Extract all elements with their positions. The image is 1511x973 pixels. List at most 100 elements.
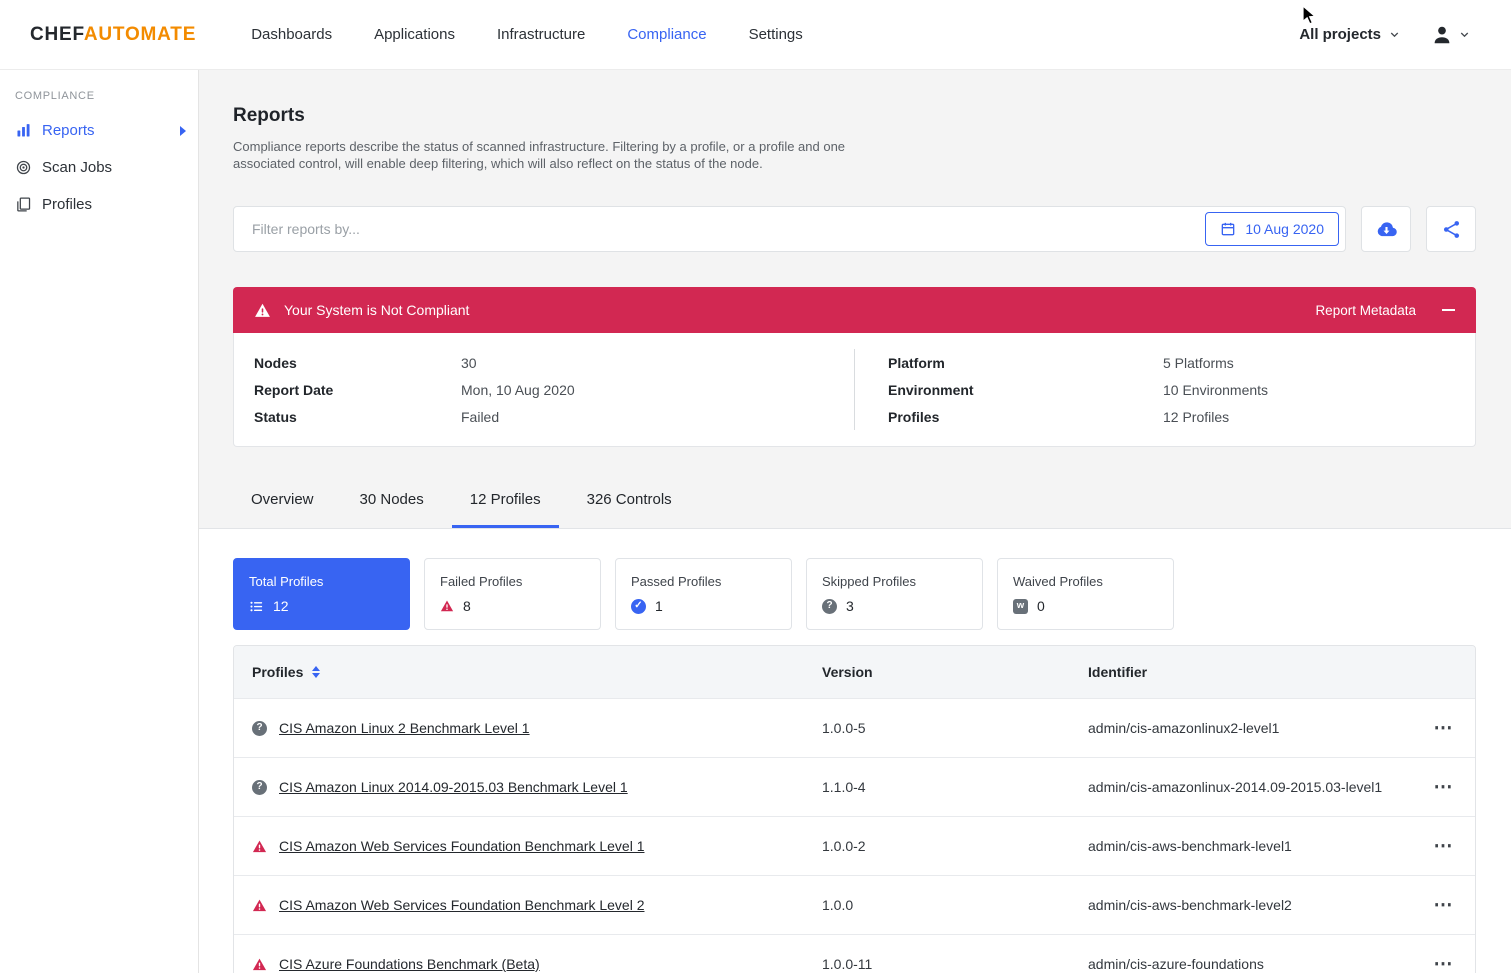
metadata-right-column: Platform 5 Platforms Environment 10 Envi…: [854, 349, 1475, 430]
filter-reports-input[interactable]: [250, 220, 1205, 238]
row-menu-button[interactable]: ⋯: [1411, 896, 1475, 915]
logo-automate: AUTOMATE: [84, 24, 196, 45]
metadata-label: Environment: [888, 382, 1163, 398]
nav-applications[interactable]: Applications: [374, 2, 455, 67]
projects-dropdown[interactable]: All projects: [1293, 25, 1407, 44]
sidebar-item-scan-jobs[interactable]: Scan Jobs: [0, 149, 198, 186]
nav-settings[interactable]: Settings: [749, 2, 803, 67]
metadata-label: Report Date: [254, 382, 461, 398]
download-report-button[interactable]: [1361, 206, 1411, 252]
profile-status-cards: Total Profiles 12 Failed Profiles 8 Pass…: [233, 558, 1476, 630]
card-count: 0: [1037, 598, 1045, 614]
profile-link[interactable]: CIS Amazon Web Services Foundation Bench…: [279, 897, 644, 913]
report-metadata-label[interactable]: Report Metadata: [1315, 303, 1416, 318]
tab-overview[interactable]: Overview: [233, 491, 332, 528]
card-total-profiles[interactable]: Total Profiles 12: [233, 558, 410, 630]
profile-link[interactable]: CIS Amazon Linux 2 Benchmark Level 1: [279, 720, 530, 736]
metadata-row-status: Status Failed: [234, 403, 854, 430]
profile-version: 1.0.0: [822, 897, 1088, 913]
card-skipped-profiles[interactable]: Skipped Profiles ? 3: [806, 558, 983, 630]
expand-arrow-icon[interactable]: [180, 126, 186, 136]
profile-version: 1.1.0-4: [822, 779, 1088, 795]
profiles-table: Profiles Version Identifier ? CIS Amazon…: [233, 645, 1476, 973]
share-report-button[interactable]: [1426, 206, 1476, 252]
column-header-identifier: Identifier: [1088, 664, 1411, 680]
card-label: Passed Profiles: [631, 574, 776, 589]
waived-badge-icon: w: [1013, 599, 1028, 614]
tab-nodes[interactable]: 30 Nodes: [342, 491, 442, 528]
profile-link[interactable]: CIS Amazon Web Services Foundation Bench…: [279, 838, 644, 854]
sidebar-item-label: Reports: [42, 122, 95, 139]
metadata-value: 30: [461, 355, 854, 371]
row-menu-button[interactable]: ⋯: [1411, 955, 1475, 973]
profile-link[interactable]: CIS Azure Foundations Benchmark (Beta): [279, 956, 540, 972]
table-row: CIS Amazon Web Services Foundation Bench…: [234, 875, 1475, 934]
profile-identifier: admin/cis-azure-foundations: [1088, 956, 1411, 972]
sidebar-item-reports[interactable]: Reports: [0, 112, 198, 149]
profile-identifier: admin/cis-aws-benchmark-level1: [1088, 838, 1411, 854]
documents-icon: [15, 196, 32, 213]
list-icon: [249, 599, 264, 614]
skipped-question-icon: ?: [252, 780, 267, 795]
main-content: Reports Compliance reports describe the …: [199, 70, 1511, 973]
logo-chef: CHEF: [30, 24, 84, 45]
page-description: Compliance reports describe the status o…: [233, 139, 855, 172]
profile-identifier: admin/cis-amazonlinux-2014.09-2015.03-le…: [1088, 779, 1411, 795]
card-failed-profiles[interactable]: Failed Profiles 8: [424, 558, 601, 630]
report-tabs: Overview 30 Nodes 12 Profiles 326 Contro…: [233, 491, 1476, 528]
metadata-row-report-date: Report Date Mon, 10 Aug 2020: [234, 376, 854, 403]
metadata-row-platform: Platform 5 Platforms: [855, 349, 1475, 376]
card-waived-profiles[interactable]: Waived Profiles w 0: [997, 558, 1174, 630]
user-icon: [1431, 24, 1453, 46]
nav-infrastructure[interactable]: Infrastructure: [497, 2, 585, 67]
card-count: 8: [463, 598, 471, 614]
chevron-down-icon: [1388, 28, 1401, 41]
filter-reports-box: 10 Aug 2020: [233, 206, 1346, 252]
card-label: Waived Profiles: [1013, 574, 1158, 589]
card-label: Failed Profiles: [440, 574, 585, 589]
tab-controls[interactable]: 326 Controls: [569, 491, 690, 528]
metadata-value: Mon, 10 Aug 2020: [461, 382, 854, 398]
report-metadata-panel: Nodes 30 Report Date Mon, 10 Aug 2020 St…: [233, 333, 1476, 447]
tab-profiles[interactable]: 12 Profiles: [452, 491, 559, 528]
bar-chart-icon: [15, 122, 32, 139]
metadata-label: Status: [254, 409, 461, 425]
metadata-value: 5 Platforms: [1163, 355, 1475, 371]
row-menu-button[interactable]: ⋯: [1411, 719, 1475, 738]
profile-version: 1.0.0-11: [822, 956, 1088, 972]
row-menu-button[interactable]: ⋯: [1411, 837, 1475, 856]
profile-version: 1.0.0-5: [822, 720, 1088, 736]
table-row: CIS Azure Foundations Benchmark (Beta) 1…: [234, 934, 1475, 973]
table-row: CIS Amazon Web Services Foundation Bench…: [234, 816, 1475, 875]
card-count: 3: [846, 598, 854, 614]
row-menu-button[interactable]: ⋯: [1411, 778, 1475, 797]
user-menu[interactable]: [1425, 23, 1477, 47]
skipped-question-icon: ?: [822, 599, 837, 614]
sidebar-item-label: Profiles: [42, 196, 92, 213]
profile-version: 1.0.0-2: [822, 838, 1088, 854]
card-passed-profiles[interactable]: Passed Profiles ✓ 1: [615, 558, 792, 630]
sort-toggle-icon[interactable]: [312, 666, 320, 678]
compliance-sidebar: COMPLIANCE Reports Scan Jobs Profiles: [0, 70, 199, 973]
warning-triangle-icon: [254, 302, 271, 319]
metadata-value: Failed: [461, 409, 854, 425]
card-label: Total Profiles: [249, 574, 394, 589]
metadata-label: Profiles: [888, 409, 1163, 425]
metadata-row-nodes: Nodes 30: [234, 349, 854, 376]
nav-dashboards[interactable]: Dashboards: [251, 2, 332, 67]
sidebar-item-label: Scan Jobs: [42, 159, 112, 176]
sidebar-item-profiles[interactable]: Profiles: [0, 186, 198, 223]
metadata-row-environment: Environment 10 Environments: [855, 376, 1475, 403]
failed-warning-icon: [252, 839, 267, 854]
banner-message: Your System is Not Compliant: [284, 302, 469, 318]
collapse-metadata-icon[interactable]: [1442, 309, 1455, 311]
chef-automate-logo[interactable]: CHEFAUTOMATE: [30, 24, 196, 46]
report-date-button[interactable]: 10 Aug 2020: [1205, 212, 1339, 246]
projects-dropdown-label: All projects: [1299, 26, 1381, 43]
nav-compliance[interactable]: Compliance: [627, 2, 706, 67]
profile-link[interactable]: CIS Amazon Linux 2014.09-2015.03 Benchma…: [279, 779, 628, 795]
non-compliant-banner: Your System is Not Compliant Report Meta…: [233, 287, 1476, 333]
chevron-down-icon: [1458, 28, 1471, 41]
failed-warning-icon: [440, 599, 454, 613]
profile-identifier: admin/cis-aws-benchmark-level2: [1088, 897, 1411, 913]
